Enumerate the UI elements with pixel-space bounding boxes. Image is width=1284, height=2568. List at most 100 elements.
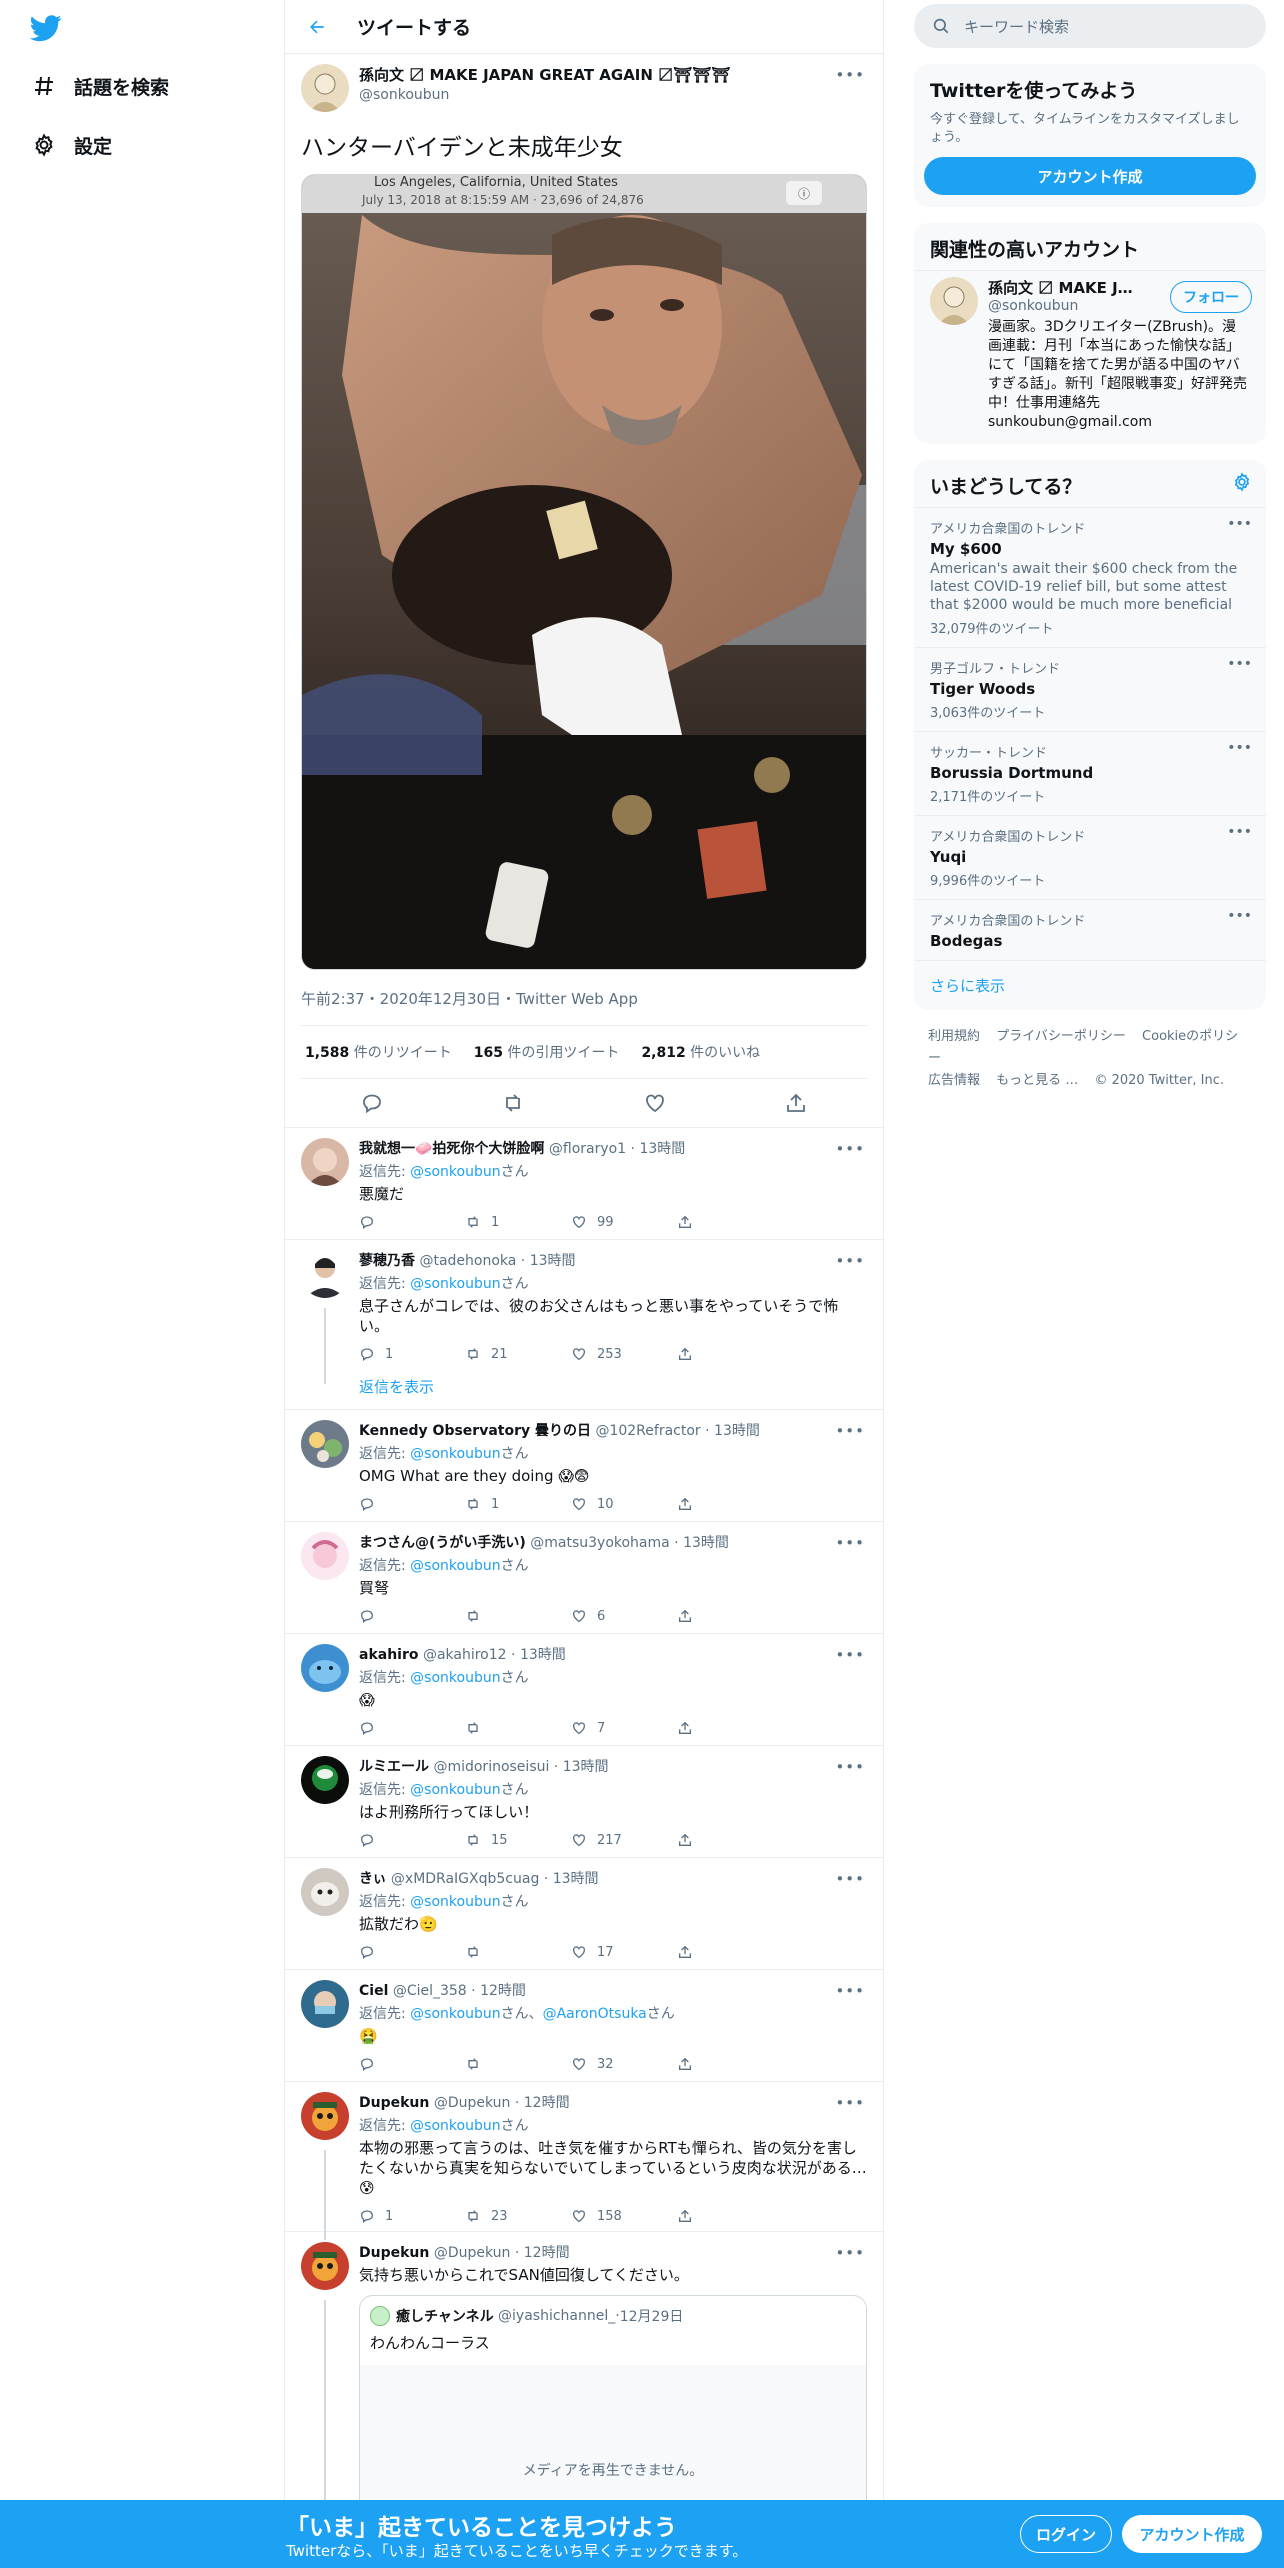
more-options-icon[interactable]: ••• — [1227, 656, 1252, 672]
reply-tweet[interactable]: Dupekun @Dupekun · 12時間 返信先: @sonkoubunさ… — [285, 2082, 883, 2240]
reply-button[interactable] — [359, 1608, 465, 1624]
more-options-icon[interactable]: ••• — [835, 2244, 865, 2262]
follow-button[interactable]: フォロー — [1170, 281, 1252, 313]
reply-time[interactable]: 13時間 — [683, 1535, 729, 1551]
reply-button[interactable]: 1 — [359, 2208, 465, 2224]
like-icon[interactable] — [643, 1091, 667, 1115]
more-options-icon[interactable]: ••• — [835, 1646, 865, 1664]
reply-to-link[interactable]: @sonkoubun — [410, 2118, 500, 2134]
reply-author-name[interactable]: Kennedy Observatory 曇りの日 — [359, 1423, 591, 1439]
more-options-icon[interactable]: ••• — [835, 1140, 865, 1158]
reply-to-link[interactable]: @sonkoubun — [410, 1782, 500, 1798]
reply-time[interactable]: 13時間 — [639, 1141, 685, 1157]
retweet-button[interactable]: 23 — [465, 2208, 571, 2224]
share-button[interactable] — [677, 1944, 703, 1960]
reply-button[interactable] — [359, 1832, 465, 1848]
more-options-icon[interactable]: ••• — [835, 1422, 865, 1440]
more-options-icon[interactable]: ••• — [835, 1534, 865, 1552]
more-options-icon[interactable]: ••• — [835, 1982, 865, 2000]
like-button[interactable]: 253 — [571, 1346, 677, 1362]
reply-author-name[interactable]: akahiro — [359, 1647, 419, 1663]
reply-author-handle[interactable]: @102Refractor — [595, 1423, 700, 1439]
reply-author-handle[interactable]: @tadehonoka — [419, 1253, 516, 1269]
more-options-icon[interactable]: ••• — [835, 1252, 865, 1270]
reply-author-handle[interactable]: @Ciel_358 — [393, 1983, 467, 1999]
reply-to-link[interactable]: @sonkoubun — [410, 1670, 500, 1686]
retweet-icon[interactable] — [501, 1091, 525, 1115]
reply-to-link[interactable]: @sonkoubun — [410, 2006, 500, 2022]
reply-button[interactable] — [359, 1944, 465, 1960]
share-icon[interactable] — [784, 1091, 808, 1115]
reply-time[interactable]: 13時間 — [714, 1423, 760, 1439]
related-name[interactable]: 孫向文 〼 MAKE JAPAN GREAT AGAIN — [988, 277, 1143, 298]
trend-item[interactable]: アメリカ合衆国のトレンド Yuqi 9,996件のツイート ••• — [914, 815, 1266, 899]
author-name[interactable]: 孫向文 〼 MAKE JAPAN GREAT AGAIN 〼⛩⛩⛩ — [359, 64, 730, 85]
like-button[interactable]: 217 — [571, 1832, 677, 1848]
trend-item[interactable]: 男子ゴルフ・トレンド Tiger Woods 3,063件のツイート ••• — [914, 647, 1266, 731]
more-options-icon[interactable]: ••• — [835, 66, 865, 84]
avatar[interactable] — [301, 1644, 349, 1692]
like-button[interactable]: 32 — [571, 2056, 677, 2072]
more-options-icon[interactable]: ••• — [835, 1758, 865, 1776]
reply-author-handle[interactable]: @akahiro12 — [423, 1647, 507, 1663]
show-more-link[interactable]: さらに表示 — [914, 960, 1266, 1010]
avatar[interactable] — [301, 1980, 349, 2028]
reply-author-name[interactable]: ルミエール — [359, 1759, 429, 1775]
trend-item[interactable]: アメリカ合衆国のトレンド My $600 American's await th… — [914, 507, 1266, 647]
tweet-media[interactable]: Los Angeles, California, United States J… — [301, 174, 867, 970]
share-button[interactable] — [677, 2208, 703, 2224]
reply-to-link[interactable]: @sonkoubun — [410, 1164, 500, 1180]
share-button[interactable] — [677, 1832, 703, 1848]
retweet-button[interactable]: 1 — [465, 1214, 571, 1230]
footer-link[interactable]: もっと見る … — [996, 1073, 1078, 1088]
reply-to-link[interactable]: @sonkoubun — [410, 1276, 500, 1292]
retweet-button[interactable]: 1 — [465, 1496, 571, 1512]
avatar[interactable] — [301, 1250, 349, 1298]
reply-tweet[interactable]: Kennedy Observatory 曇りの日 @102Refractor ·… — [285, 1410, 883, 1522]
show-replies-link[interactable]: 返信を表示 — [359, 1376, 867, 1397]
more-options-icon[interactable]: ••• — [1227, 908, 1252, 924]
reply-author-handle[interactable]: @Dupekun — [434, 2245, 511, 2261]
reply-author-name[interactable]: 我就想一🧼拍死你个大饼脸啊 — [359, 1141, 544, 1157]
like-button[interactable]: 6 — [571, 1608, 677, 1624]
retweet-button[interactable] — [465, 1944, 571, 1960]
avatar[interactable] — [301, 2092, 349, 2140]
signup-button[interactable]: アカウント作成 — [1122, 2515, 1262, 2553]
nav-item-settings[interactable]: 設定 — [30, 125, 112, 165]
nav-item-explore[interactable]: 話題を検索 — [30, 66, 169, 106]
reply-author-name[interactable]: Ciel — [359, 1983, 388, 1999]
reply-to-link[interactable]: @sonkoubun — [410, 1894, 500, 1910]
retweet-button[interactable]: 21 — [465, 1346, 571, 1362]
login-button[interactable]: ログイン — [1020, 2515, 1112, 2553]
reply-to-link[interactable]: @sonkoubun — [410, 1446, 500, 1462]
avatar[interactable] — [301, 2242, 349, 2290]
share-button[interactable] — [677, 1214, 703, 1230]
reply-time[interactable]: 13時間 — [553, 1871, 599, 1887]
reply-tweet[interactable]: akahiro @akahiro12 · 13時間 返信先: @sonkoubu… — [285, 1634, 883, 1746]
retweet-button[interactable] — [465, 1720, 571, 1736]
share-button[interactable] — [677, 1608, 703, 1624]
tweet-timestamp[interactable]: 午前2:37・2020年12月30日・Twitter Web App — [301, 988, 867, 1026]
search-input[interactable]: キーワード検索 — [914, 4, 1266, 48]
back-arrow-icon[interactable] — [307, 17, 327, 37]
reply-author-handle[interactable]: @floraryo1 — [549, 1141, 626, 1157]
reply-button[interactable]: 1 — [359, 1346, 465, 1362]
reply-button[interactable] — [359, 1214, 465, 1230]
like-button[interactable]: 158 — [571, 2208, 677, 2224]
reply-time[interactable]: 12時間 — [524, 2245, 570, 2261]
author-handle[interactable]: @sonkoubun — [359, 87, 730, 103]
reply-tweet[interactable]: まつさん@(うがい手洗い) @matsu3yokohama · 13時間 返信先… — [285, 1522, 883, 1634]
related-account[interactable]: 孫向文 〼 MAKE JAPAN GREAT AGAIN @sonkoubun … — [914, 270, 1266, 444]
reply-author-name[interactable]: きぃ — [359, 1871, 386, 1887]
retweet-button[interactable]: 15 — [465, 1832, 571, 1848]
info-icon[interactable]: ⓘ — [786, 181, 822, 205]
more-options-icon[interactable]: ••• — [835, 1870, 865, 1888]
share-button[interactable] — [677, 1496, 703, 1512]
reply-author-name[interactable]: 蓼穂乃香 — [359, 1253, 415, 1269]
reply-to-link[interactable]: @sonkoubun — [410, 1558, 500, 1574]
quote-count[interactable]: 165 件の引用ツイート — [474, 1042, 620, 1062]
avatar[interactable] — [930, 277, 978, 325]
avatar[interactable] — [301, 1868, 349, 1916]
avatar[interactable] — [301, 1532, 349, 1580]
reply-button[interactable] — [359, 1720, 465, 1736]
